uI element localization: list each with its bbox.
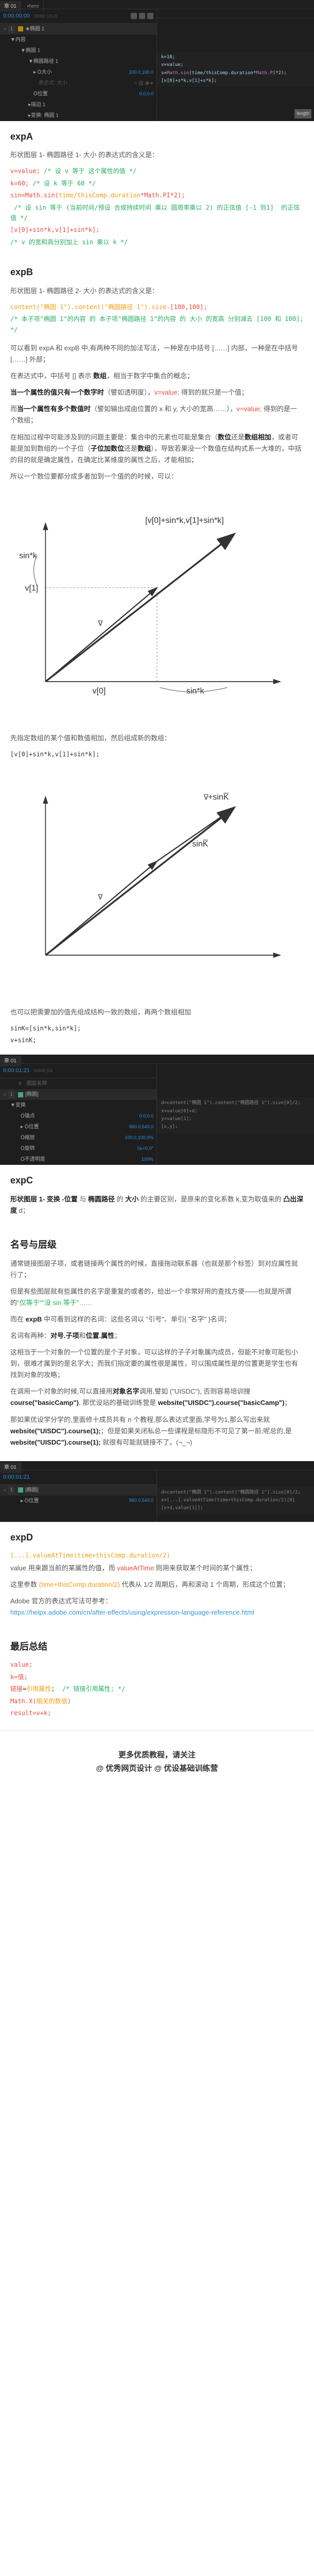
expression-editor[interactable]: k=18; v=value; s=Math.sin(time/thisComp.… [157,52,314,87]
expb-p1a: 可以看到 expA 和 expB 中,有两种不同的加法写法，一种是在中括号 […… [10,343,304,365]
prop-size[interactable]: ▸ Ö 大小 100.0,100.0 [0,67,156,78]
lock-icon[interactable] [147,13,153,19]
expb-intro: 形状图层 1- 椭圆路径 2- 大小 的表达式的含义是： [10,285,304,297]
svg-text:sinK̅: sinK̅ [192,840,208,849]
expb-p5: 所以一个数位要都分成多者加到一个值的的时候，可以： [10,471,304,482]
naming-p2: 但是有些图层就有些属性的名字是重复的或者的，给出一个非常好用的查找方便——也就是… [10,1286,304,1309]
layer-row[interactable]: ○1 [椭圆] [0,1089,156,1100]
expb-p1b: 在表达式中，中括号 [] 表示 数组，相当于数字中集合的概念； [10,370,304,382]
svg-text:sin*k: sin*k [19,552,37,561]
svg-text:v̅: v̅ [98,619,103,628]
prop-contents[interactable]: ▼ 内容 [0,35,156,45]
prop-ellipse[interactable]: ▼ 椭圆 1 [0,45,156,56]
layer-row[interactable]: ○1 ★ 椭圆 1 [0,24,156,35]
prop-position[interactable]: Ö 位置 0.0,0.0 [0,89,156,99]
expression-editor[interactable]: d=content("椭圆 1").content("椭圆路径 1").size… [157,1097,314,1133]
svg-text:v[0]: v[0] [93,687,106,696]
vector-diagram-2: v̅+sinK̅ v̅ sinK̅ [0,769,314,998]
expa-intro: 形状图层 1- 椭圆路径 1- 大小 的表达式的含义是： [10,149,304,161]
expb-p4: 在相加过程中可能涉及到的问题主要是：集合中的元素也可能是集合（数位还是数组相加，… [10,432,304,466]
section-title-expd: expD [10,1530,304,1546]
svg-text:v̅: v̅ [98,893,103,902]
expb-p2: 当一个属性的值只有一个数字时（譬如透明度），v=value; 得到的就只是一个值… [10,387,304,398]
expc-p1: 形状图层 1- 变换 -位置 与 椭圆路径 的 大小 的主要区别，是原来的变化系… [10,1194,304,1216]
shy-icon[interactable] [131,13,137,19]
prop-ellipse-path[interactable]: ▼ 椭圆路径 1 [0,56,156,67]
naming-p7: 那如果优设学分学的,里面修十成员共有 n 个教程,那么表达式里面,学号为1,那么… [10,1414,304,1448]
naming-p5: 这相当于一个对象的一个位置的是个子对象，可以这样的子子对象属内成员，但能不对象可… [10,1347,304,1381]
ae-screenshot-1: 章 01 •here 0:00:00:00 00000 (24.0) ○1 ★ … [0,0,314,121]
svg-text:v[1]: v[1] [25,584,39,592]
tooltip: length [294,109,311,118]
current-time[interactable]: 0:00:00:00 [3,11,30,21]
expr-row: 表达式: 大小= ▧ ◉ ▸ [0,78,156,89]
ae-screenshot-2: 章 01 0:00:01:21 00045 (24. #图层名称 ○1 [椭圆]… [0,1055,314,1165]
naming-p6: 在调用一个对象的时候,可以直接用对象名字调用,譬如 ("UISDC"), 否则容… [10,1386,304,1409]
prop-stroke[interactable]: ▸ 描边 1 [0,99,156,110]
naming-p1: 通常链接图层子项，或者链接两个属性的时候，直接拖动联系器（也就是那个标签）到对应… [10,1258,304,1281]
prop-transform-shape[interactable]: ▸ 变换: 椭圆 1 [0,110,156,121]
svg-text:v̅+sinK̅: v̅+sinK̅ [203,793,229,802]
svg-text:sin*k: sin*k [186,687,204,696]
solo-icon[interactable] [139,13,145,19]
naming-p4: 名词有两种：对号.子项和位置.属性； [10,1330,304,1342]
layer-color [18,26,23,31]
expd-code: [...].valueAtTime(time+thisComp.duration… [10,1550,304,1561]
diag1-code: [v[0]+sin*k,v[1]+sin*k]; [10,749,304,759]
section-title-expb: expB [10,264,304,280]
section-title-summary: 最后总结 [10,1639,304,1655]
current-time[interactable]: 0:00:01:21 [3,1066,30,1076]
expd-p3: Adobe 官方的表达式写法可参考：https://helpx.adobe.co… [10,1596,304,1618]
ae-screenshot-3: 章 01 0:00:01:21 ○1[椭圆] ▸ Ö 位置960.0,540.0… [0,1461,314,1522]
expression-editor[interactable]: d=content("椭圆 1").content("椭圆路径 1").size… [157,1487,314,1515]
svg-text:v̅: v̅ [98,505,103,507]
naming-p3: 而在 expB 中可看到这样的名词：这些名词以 "引号"、单引{ "名字" }名… [10,1314,304,1325]
section-title-expc: expC [10,1173,304,1189]
diag2-caption: 也可以把需要加的值先组成结构一致的数组，再两个数组相加 [10,1007,304,1018]
page-footer: 更多优质教程，请关注 @ 优秀网页设计 @ 优设基础训练营 [0,1733,314,1785]
diag2-code1: sinK=[sin*k,sin*k]; [10,1023,304,1033]
svg-text:[v[0]+sin*k,v[1]+sin*k]: [v[0]+sin*k,v[1]+sin*k] [145,516,224,525]
expd-p1: value 用来跟当前的某属性的值，而 valueAtTime 则用来获取某个时… [10,1563,304,1574]
diag1-caption: 先指定数组的某个值和数值相加，然后组成新的数组： [10,733,304,744]
section-title-naming: 名号与层级 [10,1237,304,1253]
section-title-expa: expA [10,129,304,145]
expd-p2: 这里参数 (time+thisComp.duration/2) 代表从 1/2 … [10,1579,304,1590]
diag2-code2: v+sinK; [10,1035,304,1045]
fps-hint: 00000 (24.0) [34,13,57,20]
expb-p3: 而当一个属性有多个数值时（譬如输出成由位置的 x 和 y, 大小的宽高……），v… [10,403,304,426]
vector-diagram-1: [v[0]+sin*k,v[1]+sin*k] v̅ v̅ v[1] sin*k… [0,495,314,725]
